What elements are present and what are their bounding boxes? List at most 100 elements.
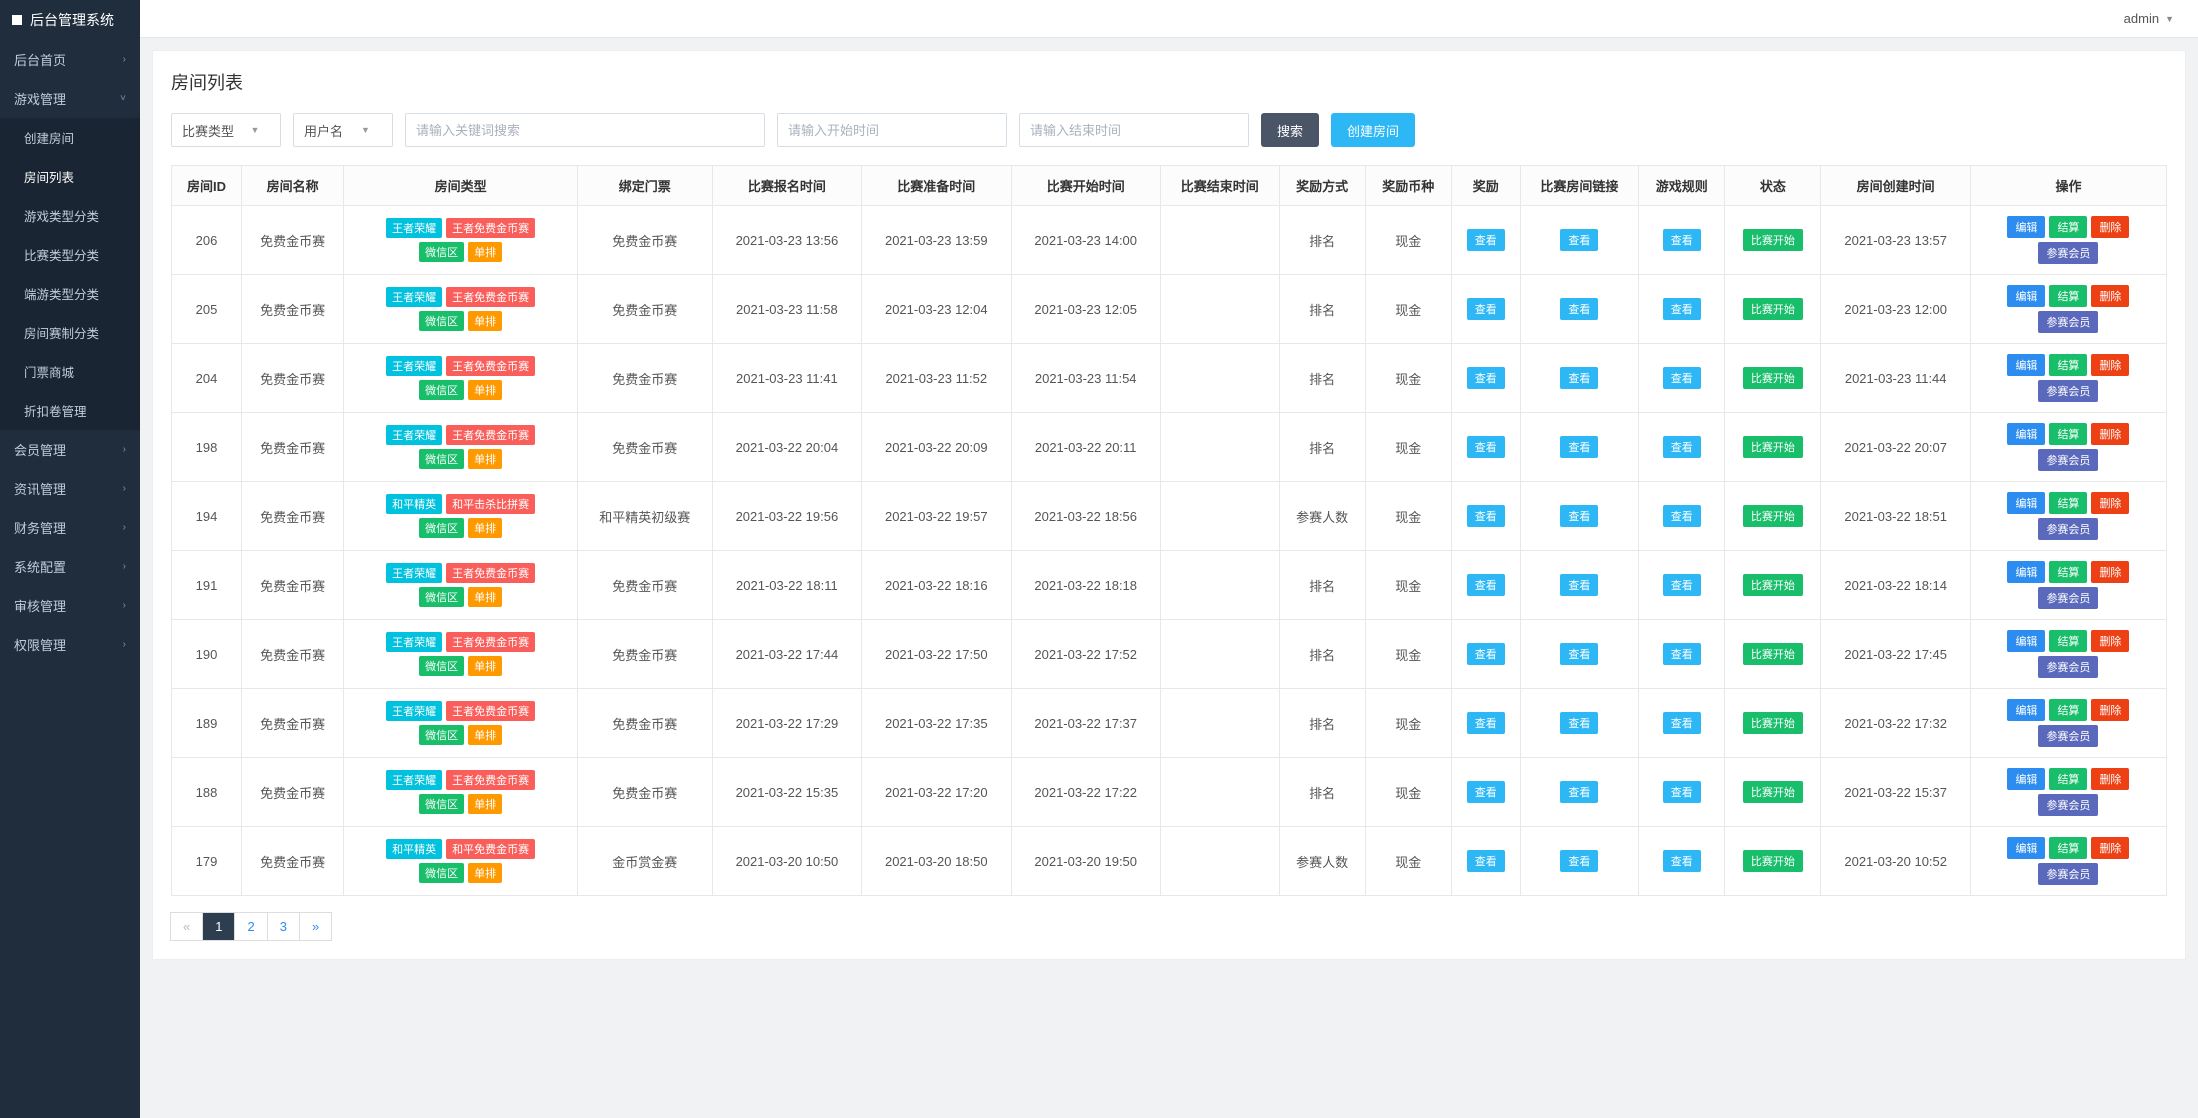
delete-button[interactable]: 删除 <box>2091 285 2129 307</box>
member-button[interactable]: 参赛会员 <box>2038 311 2098 333</box>
delete-button[interactable]: 删除 <box>2091 630 2129 652</box>
nav-item[interactable]: 系统配置› <box>0 547 140 586</box>
search-button[interactable]: 搜索 <box>1261 113 1319 147</box>
nav-sub-item[interactable]: 游戏类型分类 <box>0 196 140 235</box>
nav-sub-item[interactable]: 比赛类型分类 <box>0 235 140 274</box>
member-button[interactable]: 参赛会员 <box>2038 863 2098 885</box>
view-button[interactable]: 查看 <box>1560 367 1598 389</box>
view-button[interactable]: 查看 <box>1560 229 1598 251</box>
nav-item[interactable]: 会员管理› <box>0 430 140 469</box>
match-type-select[interactable]: 比赛类型 ▼ <box>171 113 281 147</box>
view-button[interactable]: 查看 <box>1663 574 1701 596</box>
nav-item[interactable]: 资讯管理› <box>0 469 140 508</box>
view-button[interactable]: 查看 <box>1663 643 1701 665</box>
user-menu[interactable]: admin ▼ <box>2124 11 2174 26</box>
edit-button[interactable]: 编辑 <box>2007 492 2045 514</box>
nav-sub-item[interactable]: 门票商城 <box>0 352 140 391</box>
keyword-input[interactable] <box>405 113 765 147</box>
delete-button[interactable]: 删除 <box>2091 354 2129 376</box>
member-button[interactable]: 参赛会员 <box>2038 518 2098 540</box>
settle-button[interactable]: 结算 <box>2049 423 2087 445</box>
page-number[interactable]: 2 <box>235 913 266 940</box>
view-button[interactable]: 查看 <box>1560 712 1598 734</box>
edit-button[interactable]: 编辑 <box>2007 423 2045 445</box>
edit-button[interactable]: 编辑 <box>2007 216 2045 238</box>
view-button[interactable]: 查看 <box>1560 781 1598 803</box>
settle-button[interactable]: 结算 <box>2049 561 2087 583</box>
view-button[interactable]: 查看 <box>1560 574 1598 596</box>
settle-button[interactable]: 结算 <box>2049 768 2087 790</box>
nav-sub-item[interactable]: 创建房间 <box>0 118 140 157</box>
edit-button[interactable]: 编辑 <box>2007 768 2045 790</box>
edit-button[interactable]: 编辑 <box>2007 630 2045 652</box>
view-button[interactable]: 查看 <box>1663 850 1701 872</box>
view-button[interactable]: 查看 <box>1560 436 1598 458</box>
nav-item[interactable]: 后台首页› <box>0 40 140 79</box>
table-row: 198免费金币赛王者荣耀王者免费金币赛微信区单排免费金币赛2021-03-22 … <box>172 413 2167 482</box>
edit-button[interactable]: 编辑 <box>2007 561 2045 583</box>
delete-button[interactable]: 删除 <box>2091 699 2129 721</box>
edit-button[interactable]: 编辑 <box>2007 354 2045 376</box>
view-button[interactable]: 查看 <box>1663 229 1701 251</box>
member-button[interactable]: 参赛会员 <box>2038 725 2098 747</box>
username-select[interactable]: 用户名 ▼ <box>293 113 393 147</box>
edit-button[interactable]: 编辑 <box>2007 699 2045 721</box>
settle-button[interactable]: 结算 <box>2049 837 2087 859</box>
edit-button[interactable]: 编辑 <box>2007 285 2045 307</box>
view-button[interactable]: 查看 <box>1467 298 1505 320</box>
delete-button[interactable]: 删除 <box>2091 423 2129 445</box>
view-button[interactable]: 查看 <box>1467 781 1505 803</box>
settle-button[interactable]: 结算 <box>2049 699 2087 721</box>
settle-button[interactable]: 结算 <box>2049 285 2087 307</box>
view-button[interactable]: 查看 <box>1663 781 1701 803</box>
view-button[interactable]: 查看 <box>1663 505 1701 527</box>
settle-button[interactable]: 结算 <box>2049 630 2087 652</box>
member-button[interactable]: 参赛会员 <box>2038 242 2098 264</box>
view-button[interactable]: 查看 <box>1663 367 1701 389</box>
nav-item[interactable]: 游戏管理˅ <box>0 79 140 118</box>
page-next[interactable]: » <box>300 913 331 940</box>
view-button[interactable]: 查看 <box>1467 850 1505 872</box>
member-button[interactable]: 参赛会员 <box>2038 380 2098 402</box>
delete-button[interactable]: 删除 <box>2091 768 2129 790</box>
view-button[interactable]: 查看 <box>1467 643 1505 665</box>
member-button[interactable]: 参赛会员 <box>2038 449 2098 471</box>
end-time-input[interactable] <box>1019 113 1249 147</box>
page-number[interactable]: 3 <box>268 913 299 940</box>
member-button[interactable]: 参赛会员 <box>2038 794 2098 816</box>
view-button[interactable]: 查看 <box>1560 643 1598 665</box>
delete-button[interactable]: 删除 <box>2091 561 2129 583</box>
view-button[interactable]: 查看 <box>1467 712 1505 734</box>
view-button[interactable]: 查看 <box>1560 850 1598 872</box>
view-button[interactable]: 查看 <box>1663 712 1701 734</box>
page-number[interactable]: 1 <box>203 913 234 940</box>
nav-sub-item[interactable]: 折扣卷管理 <box>0 391 140 430</box>
type-tag: 王者免费金币赛 <box>446 632 535 652</box>
view-button[interactable]: 查看 <box>1467 367 1505 389</box>
delete-button[interactable]: 删除 <box>2091 492 2129 514</box>
start-time-input[interactable] <box>777 113 1007 147</box>
view-button[interactable]: 查看 <box>1467 574 1505 596</box>
edit-button[interactable]: 编辑 <box>2007 837 2045 859</box>
member-button[interactable]: 参赛会员 <box>2038 587 2098 609</box>
settle-button[interactable]: 结算 <box>2049 492 2087 514</box>
nav-sub-item[interactable]: 房间赛制分类 <box>0 313 140 352</box>
delete-button[interactable]: 删除 <box>2091 216 2129 238</box>
view-button[interactable]: 查看 <box>1663 298 1701 320</box>
nav-item[interactable]: 权限管理› <box>0 625 140 664</box>
nav-item[interactable]: 审核管理› <box>0 586 140 625</box>
view-button[interactable]: 查看 <box>1560 298 1598 320</box>
nav-item[interactable]: 财务管理› <box>0 508 140 547</box>
view-button[interactable]: 查看 <box>1663 436 1701 458</box>
view-button[interactable]: 查看 <box>1560 505 1598 527</box>
create-room-button[interactable]: 创建房间 <box>1331 113 1415 147</box>
view-button[interactable]: 查看 <box>1467 229 1505 251</box>
settle-button[interactable]: 结算 <box>2049 216 2087 238</box>
member-button[interactable]: 参赛会员 <box>2038 656 2098 678</box>
view-button[interactable]: 查看 <box>1467 436 1505 458</box>
settle-button[interactable]: 结算 <box>2049 354 2087 376</box>
nav-sub-item[interactable]: 房间列表 <box>0 157 140 196</box>
delete-button[interactable]: 删除 <box>2091 837 2129 859</box>
nav-sub-item[interactable]: 端游类型分类 <box>0 274 140 313</box>
view-button[interactable]: 查看 <box>1467 505 1505 527</box>
